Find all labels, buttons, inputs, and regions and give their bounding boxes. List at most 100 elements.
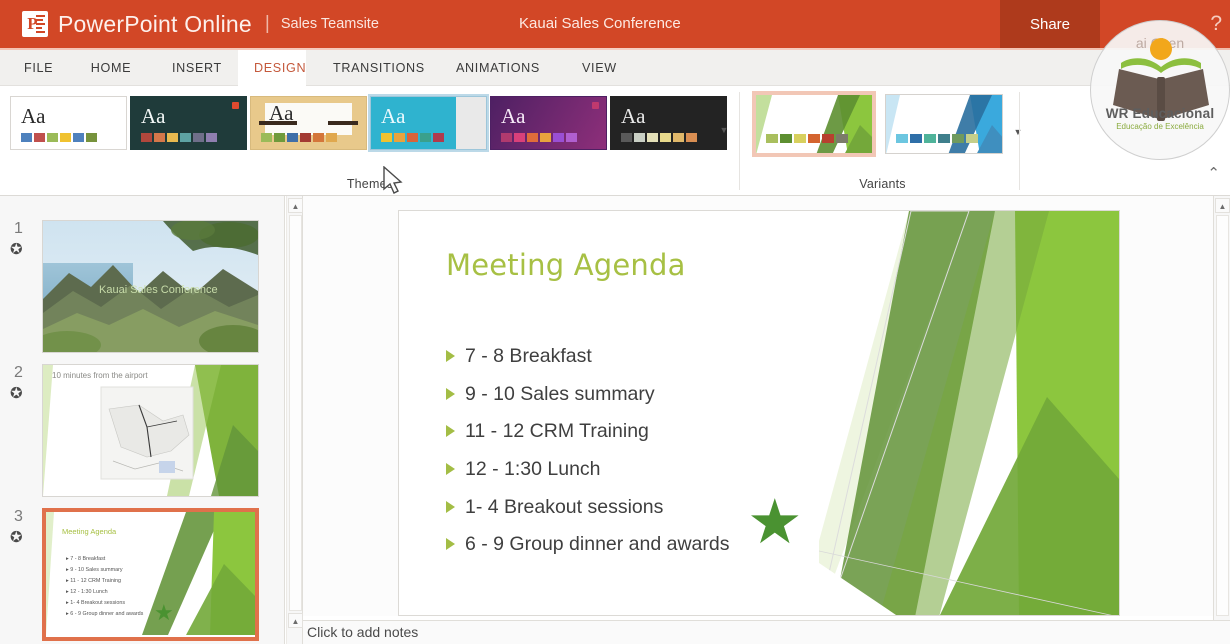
current-slide-canvas[interactable]: Meeting Agenda 7 - 8 Breakfast 9 - 10 Sa… xyxy=(398,210,1120,616)
document-name[interactable]: Kauai Sales Conference xyxy=(519,0,681,48)
theme-aa-sample: Aa xyxy=(269,101,294,126)
theme-swatches xyxy=(621,133,697,142)
ribbon-collapse-chevron-up-icon[interactable]: ⌃ xyxy=(1207,164,1220,182)
slide-panel-scrollbar[interactable]: ▲ ▲ xyxy=(286,196,303,644)
star-icon: ✪ xyxy=(10,530,23,545)
slide-thumbnail-3[interactable]: Meeting Agenda ▸ 7 - 8 Breakfast ▸ 9 - 1… xyxy=(42,508,259,641)
help-icon[interactable]: ? xyxy=(1210,12,1222,36)
ribbon-tab-bar: FILE HOME INSERT DESIGN TRANSITIONS ANIM… xyxy=(0,48,1230,86)
bullet-triangle-icon xyxy=(446,350,455,362)
tab-insert[interactable]: INSERT xyxy=(156,50,230,86)
stage-scrollbar-track[interactable] xyxy=(1216,215,1229,616)
title-divider: | xyxy=(265,13,270,35)
scroll-down-triangle-down-icon[interactable]: ▲ xyxy=(288,613,303,628)
svg-text:▸ 11 - 12 CRM Training: ▸ 11 - 12 CRM Training xyxy=(66,578,121,584)
slide-list-item-1[interactable]: 1 ✪ xyxy=(0,220,285,366)
bullet-item[interactable]: 1- 4 Breakout sessions xyxy=(446,494,730,522)
svg-text:▸ 12 - 1:30 Lunch: ▸ 12 - 1:30 Lunch xyxy=(66,589,108,595)
star-icon: ✪ xyxy=(10,242,23,257)
variants-more-chevron-down-icon[interactable]: ▼ xyxy=(1010,124,1026,140)
slide-list-item-3[interactable]: 3 ✪ Meeting Agenda ▸ 7 - 8 Breakfast ▸ 9… xyxy=(0,508,285,644)
slide-thumbnail-1[interactable]: Kauai Sales Conference xyxy=(42,220,259,353)
bullet-text: 6 - 9 Group dinner and awards xyxy=(465,531,730,559)
bullet-item[interactable]: 11 - 12 CRM Training xyxy=(446,418,730,446)
slide-bullet-list[interactable]: 7 - 8 Breakfast 9 - 10 Sales summary 11 … xyxy=(446,343,730,569)
title-bar: P PowerPoint Online | Sales Teamsite Kau… xyxy=(0,0,1230,48)
tab-transitions[interactable]: TRANSITIONS xyxy=(317,50,431,86)
scrollbar-track[interactable] xyxy=(289,215,302,611)
scroll-up-triangle-up-icon[interactable]: ▲ xyxy=(288,198,303,213)
svg-text:▸ 9 - 10 Sales summary: ▸ 9 - 10 Sales summary xyxy=(66,567,123,573)
themes-more-chevron-down-icon[interactable]: ▼ xyxy=(716,122,732,138)
theme-swatches xyxy=(501,133,577,142)
slide-title[interactable]: Meeting Agenda xyxy=(446,248,686,282)
bullet-triangle-icon xyxy=(446,425,455,437)
bullet-triangle-icon xyxy=(446,501,455,513)
theme-thumbnail-berlin[interactable]: Aa xyxy=(490,96,607,150)
slide-2-preview: 10 minutes from the airport xyxy=(43,365,258,496)
variant-thumbnail-green[interactable] xyxy=(755,94,873,154)
theme-thumbnail-badge[interactable]: Aa xyxy=(610,96,727,150)
svg-text:Kauai Sales Conference: Kauai Sales Conference xyxy=(99,284,218,296)
slide-decoration-graphic xyxy=(819,211,1119,616)
variants-group-label: Variants xyxy=(745,177,1020,191)
powerpoint-logo-icon: P xyxy=(22,11,48,37)
svg-text:10 minutes from the airport: 10 minutes from the airport xyxy=(52,371,148,380)
theme-aa-sample: Aa xyxy=(141,104,166,129)
green-star-icon[interactable]: ★ xyxy=(747,492,803,554)
stage-scroll-up-triangle-up-icon[interactable]: ▲ xyxy=(1215,198,1230,213)
ribbon-content: Aa Aa Aa xyxy=(0,86,1230,196)
bullet-item[interactable]: 7 - 8 Breakfast xyxy=(446,343,730,371)
variant-thumbnail-blue[interactable] xyxy=(885,94,1003,154)
bullet-text: 11 - 12 CRM Training xyxy=(465,418,649,446)
star-icon: ✪ xyxy=(10,386,23,401)
slide-1-preview: Kauai Sales Conference xyxy=(43,221,258,352)
theme-accent-mark-icon xyxy=(232,102,239,109)
theme-swatches xyxy=(381,133,444,142)
theme-aa-sample: Aa xyxy=(501,104,526,129)
theme-swatches xyxy=(261,133,337,142)
theme-swatches xyxy=(141,133,217,142)
bullet-item[interactable]: 6 - 9 Group dinner and awards xyxy=(446,531,730,559)
tab-design[interactable]: DESIGN xyxy=(238,50,306,86)
bullet-item[interactable]: 9 - 10 Sales summary xyxy=(446,381,730,409)
group-separator xyxy=(739,92,740,190)
svg-text:▸ 1- 4 Breakout sessions: ▸ 1- 4 Breakout sessions xyxy=(66,600,125,606)
tab-file[interactable]: FILE xyxy=(8,50,58,86)
site-name[interactable]: Sales Teamsite xyxy=(281,16,379,32)
powerpoint-online-window: P PowerPoint Online | Sales Teamsite Kau… xyxy=(0,0,1230,644)
app-title: PowerPoint Online xyxy=(58,11,252,38)
theme-swatches xyxy=(21,133,97,142)
notes-pane[interactable]: Click to add notes xyxy=(303,620,1230,644)
theme-thumbnail-facet[interactable]: Aa xyxy=(370,96,487,150)
logo-bars-icon xyxy=(36,15,45,33)
themes-gallery-group: Aa Aa Aa xyxy=(0,86,740,196)
bullet-triangle-icon xyxy=(446,463,455,475)
themes-group-label: Themes xyxy=(0,177,740,191)
bullet-text: 7 - 8 Breakfast xyxy=(465,343,592,371)
share-button[interactable]: Share xyxy=(1000,0,1100,48)
tab-view[interactable]: VIEW xyxy=(566,50,622,86)
bullet-text: 12 - 1:30 Lunch xyxy=(465,456,601,484)
theme-aa-sample: Aa xyxy=(381,104,406,129)
slide-number: 2 xyxy=(14,364,23,382)
tab-animations[interactable]: ANIMATIONS xyxy=(440,50,554,86)
tab-home[interactable]: HOME xyxy=(73,50,149,86)
theme-thumbnail-office[interactable]: Aa xyxy=(10,96,127,150)
theme-aa-sample: Aa xyxy=(621,104,646,129)
svg-text:★: ★ xyxy=(154,600,174,625)
variant-swatches xyxy=(896,134,978,143)
stage-scrollbar[interactable]: ▲ xyxy=(1213,196,1230,620)
slide-list-item-2[interactable]: 2 ✪ 10 minutes from the airport xyxy=(0,364,285,510)
theme-thumbnail-wisp[interactable]: Aa xyxy=(250,96,367,150)
variants-gallery-group: ▼ Variants xyxy=(745,86,1020,196)
slide-thumbnail-panel[interactable]: 1 ✪ xyxy=(0,196,285,644)
theme-accent-mark-icon xyxy=(592,102,599,109)
slide-editor-stage: Meeting Agenda 7 - 8 Breakfast 9 - 10 Sa… xyxy=(303,196,1213,616)
slide-thumbnail-2[interactable]: 10 minutes from the airport xyxy=(42,364,259,497)
bullet-text: 9 - 10 Sales summary xyxy=(465,381,655,409)
bullet-text: 1- 4 Breakout sessions xyxy=(465,494,663,522)
notes-placeholder: Click to add notes xyxy=(307,624,418,640)
bullet-item[interactable]: 12 - 1:30 Lunch xyxy=(446,456,730,484)
theme-thumbnail-ion-boardroom[interactable]: Aa xyxy=(130,96,247,150)
